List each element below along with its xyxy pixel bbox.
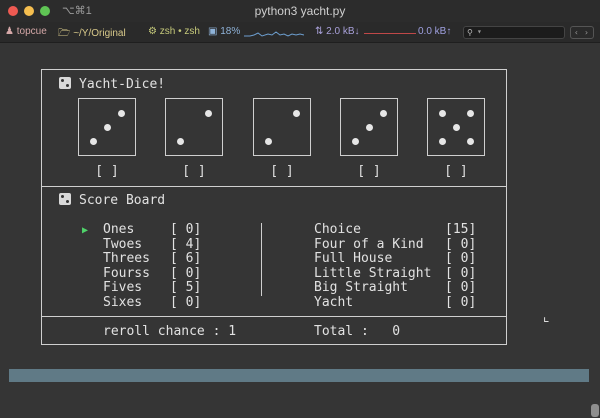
game-die-icon	[59, 77, 71, 89]
category-name: Fives	[103, 280, 143, 295]
game-title: Yacht-Dice!	[79, 77, 166, 92]
category-score: [ 0]	[445, 237, 477, 252]
category-score: [ 0]	[445, 295, 477, 310]
die-2	[165, 98, 223, 156]
category-name: Ones	[103, 222, 135, 237]
die-pip	[204, 109, 212, 117]
die-pip	[103, 123, 111, 131]
search-options-icon: ▾	[477, 27, 482, 36]
category-name: Little Straight	[314, 266, 432, 281]
total-score: Total : 0	[314, 324, 401, 339]
scoreboard-title: Score Board	[79, 193, 166, 208]
category-name: Threes	[103, 251, 150, 266]
die-pip	[89, 137, 97, 145]
cpu-sparkline	[244, 31, 304, 37]
reroll-chance: reroll chance : 1	[103, 324, 237, 339]
shell-icon: ⚙	[148, 26, 157, 37]
die-4	[340, 98, 398, 156]
category-name: Big Straight	[314, 280, 408, 295]
die-pip	[466, 137, 474, 145]
section-divider	[42, 186, 506, 187]
network-icon: ⇅	[315, 26, 324, 37]
status-network-down[interactable]: ⇅ 2.0 kB↓	[315, 26, 360, 37]
status-cpu[interactable]: ▣ 18%	[208, 26, 240, 37]
die-1	[78, 98, 136, 156]
category-score: [ 0]	[445, 251, 477, 266]
yacht-game-frame: Yacht-Dice! [ ] [ ] [ ] [ ] [ ] Score Bo…	[41, 69, 507, 345]
category-name: Sixes	[103, 295, 143, 310]
column-divider	[261, 223, 262, 296]
search-prev-button[interactable]: ‹	[574, 27, 579, 38]
footer-divider	[42, 316, 506, 317]
die-pip	[438, 109, 446, 117]
network-sparkline	[364, 33, 416, 34]
category-score: [ 5]	[170, 280, 202, 295]
die-pip	[117, 109, 125, 117]
search-next-button[interactable]: ›	[584, 27, 589, 38]
selection-cursor: ▶	[82, 225, 89, 236]
user-icon: ♟	[5, 26, 14, 37]
hold-marker-2: [ ]	[182, 164, 206, 179]
search-navigation: ‹ ›	[570, 26, 594, 39]
die-pip	[264, 137, 272, 145]
die-pip	[351, 137, 359, 145]
category-score: [ 0]	[170, 266, 202, 281]
category-score: [15]	[445, 222, 477, 237]
terminal-bottom-bar	[9, 369, 589, 382]
die-pip	[292, 109, 300, 117]
die-pip	[438, 137, 446, 145]
hold-marker-5: [ ]	[444, 164, 468, 179]
die-pip	[452, 123, 460, 131]
hold-marker-3: [ ]	[270, 164, 294, 179]
search-input[interactable]: ⚲ ▾	[463, 26, 565, 39]
category-score: [ 0]	[445, 266, 477, 281]
category-score: [ 6]	[170, 251, 202, 266]
category-name: Yacht	[314, 295, 354, 310]
scrollbar-thumb[interactable]	[591, 404, 599, 417]
category-name: Fourss	[103, 266, 150, 281]
category-name: Twoes	[103, 237, 143, 252]
scoreboard-header: Score Board	[59, 193, 165, 208]
scoreboard-die-icon	[59, 193, 71, 205]
category-name: Full House	[314, 251, 393, 266]
die-pip	[365, 123, 373, 131]
window-titlebar: ⌥⌘1 python3 yacht.py	[0, 0, 600, 22]
hold-marker-4: [ ]	[357, 164, 381, 179]
category-name: Four of a Kind	[314, 237, 424, 252]
die-5	[427, 98, 485, 156]
ibeam-cursor-icon: ⌞	[543, 309, 550, 325]
die-pip	[379, 109, 387, 117]
die-pip	[466, 109, 474, 117]
status-user[interactable]: ♟ topcue	[5, 26, 47, 37]
folder-icon: 🗁	[58, 28, 71, 39]
hold-marker-1: [ ]	[95, 164, 119, 179]
status-directory[interactable]: 🗁 ~/Y/Original	[58, 26, 126, 43]
category-score: [ 0]	[170, 295, 202, 310]
die-3	[253, 98, 311, 156]
category-score: [ 4]	[170, 237, 202, 252]
status-shell[interactable]: ⚙ zsh • zsh	[148, 26, 200, 37]
category-name: Choice	[314, 222, 361, 237]
terminal-view[interactable]: Yacht-Dice! [ ] [ ] [ ] [ ] [ ] Score Bo…	[0, 43, 600, 418]
game-header: Yacht-Dice!	[59, 77, 165, 92]
window-title: python3 yacht.py	[254, 4, 346, 18]
category-score: [ 0]	[445, 280, 477, 295]
category-score: [ 0]	[170, 222, 202, 237]
cpu-icon: ▣	[208, 26, 218, 37]
status-network-up[interactable]: 0.0 kB↑	[418, 26, 451, 37]
die-pip	[176, 137, 184, 145]
search-icon: ⚲	[467, 28, 473, 37]
